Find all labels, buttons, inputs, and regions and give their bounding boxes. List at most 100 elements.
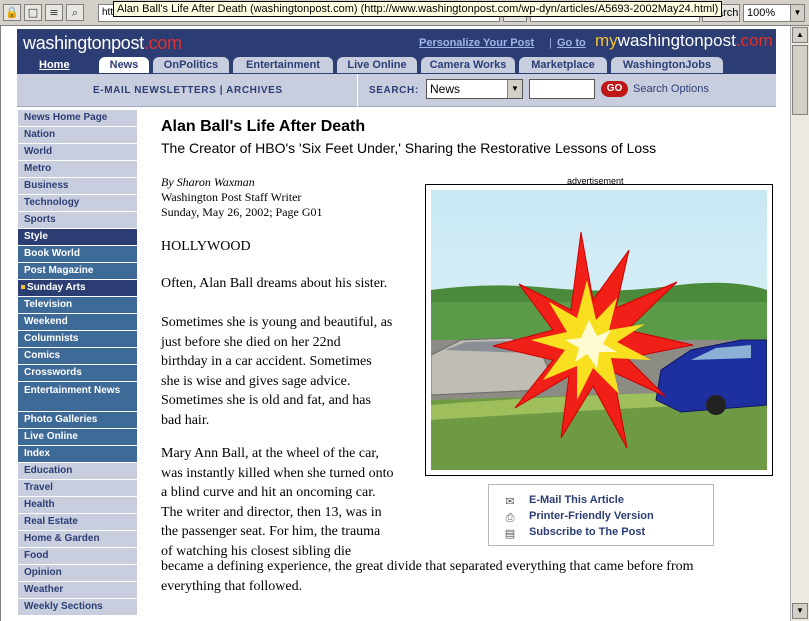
nav-item-metro[interactable]: Metro [18,161,137,178]
tab-news[interactable]: News [99,57,149,73]
ad-image [431,190,767,470]
nav-item-label: Entertainment News [24,385,121,396]
advertisement[interactable] [425,184,773,476]
paragraph-3-end-line: everything that followed. [161,578,303,594]
newsletters-archives-links[interactable]: E-MAIL NEWSLETTERS | ARCHIVES [93,85,283,96]
scroll-down-button[interactable]: ▼ [792,603,808,619]
tab-marketplace[interactable]: Marketplace [519,57,607,73]
nav-item-label: Nation [24,129,56,140]
nav-item-comics[interactable]: Comics [18,348,137,365]
envelope-icon: ✉ [505,495,515,508]
zoom-select[interactable]: 100% ▼ [743,4,805,22]
nav-item-travel[interactable]: Travel [18,480,137,497]
dateline-city: HOLLYWOOD [161,239,251,254]
scroll-up-button[interactable]: ▲ [792,27,808,43]
nav-item-education[interactable]: Education [18,463,137,480]
search-bar: E-MAIL NEWSLETTERS | ARCHIVES SEARCH: Ne… [17,74,776,107]
nav-item-home-garden[interactable]: Home & Garden [18,531,137,548]
nav-item-opinion[interactable]: Opinion [18,565,137,582]
nav-item-photo-galleries[interactable]: Photo Galleries [18,412,137,429]
nav-item-nation[interactable]: Nation [18,127,137,144]
nav-item-health[interactable]: Health [18,497,137,514]
nav-item-weekend[interactable]: Weekend [18,314,137,331]
nav-item-news-home-page[interactable]: News Home Page [18,110,137,127]
nav-item-label: Sports [24,214,56,225]
nav-item-label: Photo Galleries [24,414,98,425]
nav-item-real-estate[interactable]: Real Estate [18,514,137,531]
nav-item-sports[interactable]: Sports [18,212,137,229]
home-link[interactable]: Home [39,57,70,73]
site-logo[interactable]: washingtonpost.com [23,33,182,54]
nav-item-technology[interactable]: Technology [18,195,137,212]
section-tabs: Home News OnPolitics Entertainment Live … [17,56,776,74]
nav-item-book-world[interactable]: Book World [18,246,137,263]
nav-item-world[interactable]: World [18,144,137,161]
zoom-value: 100% [747,7,776,19]
divider [357,74,358,107]
paragraph-2-line: Sometimes she is old and fat, and has [161,393,371,408]
page-icon[interactable]: ≡ [45,4,63,21]
tab-entertainment[interactable]: Entertainment [233,57,333,73]
masthead-separator: | [549,37,552,49]
search-options-link[interactable]: Search Options [633,83,709,95]
article-tools: ✉ E-Mail This Article ⎙ Printer-Friendly… [488,484,714,546]
subscribe-link[interactable]: Subscribe to The Post [529,526,645,538]
mywp-my: my [595,31,618,50]
tab-camera-works[interactable]: Camera Works [421,57,515,73]
left-navigation: News Home Page Nation World Metro Business Te… [18,110,137,616]
search-icon[interactable]: ⌕ [66,4,84,21]
paragraph-3: Mary Ann Ball, at the wheel of the car, w… [161,444,394,561]
nav-item-label: Crosswords [24,367,82,378]
site-section-select[interactable]: News ▼ [426,79,523,99]
nav-item-style[interactable]: Style [18,229,137,246]
paragraph-3-line: was instantly killed when she turned ont… [161,465,394,481]
nav-item-label: Live Online [24,431,78,442]
dateline: Sunday, May 26, 2002; Page G01 [161,205,323,219]
tab-washingtonjobs[interactable]: WashingtonJobs [611,57,723,73]
nav-item-label: Opinion [24,567,62,578]
tab-onpolitics[interactable]: OnPolitics [153,57,229,73]
nav-item-post-magazine[interactable]: Post Magazine [18,263,137,280]
nav-item-label: Weather [24,584,64,595]
nav-item-index[interactable]: Index [18,446,137,463]
nav-item-label: Food [24,550,49,561]
logo-dotcom: .com [143,33,182,53]
nav-item-columnists[interactable]: Columnists [18,331,137,348]
nav-item-label: Real Estate [24,516,78,527]
nav-item-entertainment-news[interactable]: Entertainment News [18,382,137,412]
newspaper-icon: ▤ [504,527,516,540]
nav-item-label: Comics [24,350,61,361]
mywashingtonpost-logo[interactable]: mywashingtonpost.com [595,31,773,51]
lock-icon[interactable]: 🔒 [3,4,21,21]
article-subheadline: The Creator of HBO's 'Six Feet Under,' S… [161,140,657,156]
tab-live-online[interactable]: Live Online [337,57,417,73]
page-viewport: washingtonpost.com Personalize Your Post… [0,26,790,621]
nav-item-label: Television [24,299,73,310]
goto-link[interactable]: Go to [557,37,586,49]
window-icon[interactable]: □ [24,4,42,21]
personalize-link[interactable]: Personalize Your Post [419,37,534,49]
printer-friendly-link[interactable]: Printer-Friendly Version [529,510,654,522]
paragraph-3-line: the passenger seat. For him, the trauma [161,524,381,539]
nav-item-business[interactable]: Business [18,178,137,195]
nav-item-label: Education [24,465,73,476]
nav-item-television[interactable]: Television [18,297,137,314]
nav-item-food[interactable]: Food [18,548,137,565]
nav-item-crosswords[interactable]: Crosswords [18,365,137,382]
nav-item-label: Weekend [24,316,68,327]
nav-item-weather[interactable]: Weather [18,582,137,599]
nav-item-sunday-arts[interactable]: Sunday Arts [18,280,137,297]
email-article-link[interactable]: E-Mail This Article [529,494,624,506]
search-go-button[interactable]: GO [601,81,628,97]
nav-item-label: Business [24,180,69,191]
nav-item-weekly-sections[interactable]: Weekly Sections [18,599,137,616]
search-label: SEARCH: [369,85,419,96]
nav-item-label: Technology [24,197,80,208]
chevron-down-icon: ▼ [790,5,804,21]
logo-main: washingtonpost [23,33,144,53]
nav-item-live-online[interactable]: Live Online [18,429,137,446]
vertical-scrollbar[interactable]: ▲ ▼ [790,26,809,621]
site-search-input[interactable] [529,79,595,99]
scroll-thumb[interactable] [792,45,808,115]
author-role: Washington Post Staff Writer [161,190,302,204]
